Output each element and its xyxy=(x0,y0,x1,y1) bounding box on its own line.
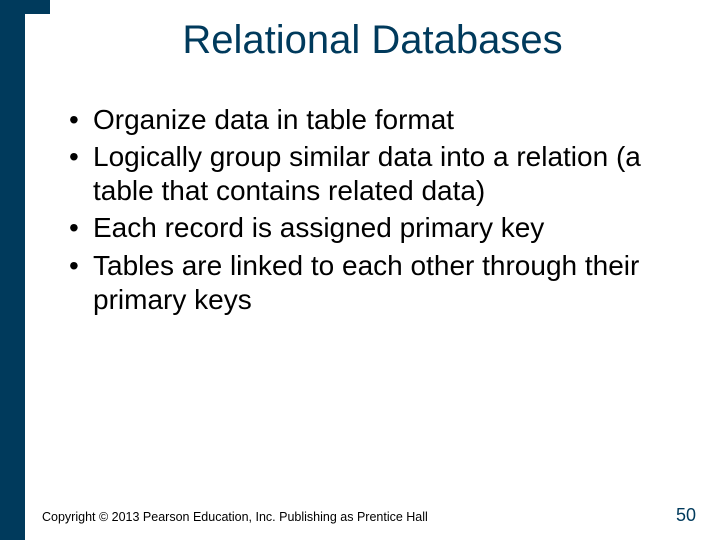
bullet-item: Logically group similar data into a rela… xyxy=(63,140,690,208)
bullet-item: Each record is assigned primary key xyxy=(63,211,690,245)
left-accent-bar xyxy=(0,0,25,540)
bullet-item: Organize data in table format xyxy=(63,103,690,137)
bullet-list: Organize data in table format Logically … xyxy=(55,103,690,317)
bullet-item: Tables are linked to each other through … xyxy=(63,249,690,317)
slide-content: Relational Databases Organize data in ta… xyxy=(25,0,720,540)
copyright-footer: Copyright © 2013 Pearson Education, Inc.… xyxy=(42,510,428,524)
page-number: 50 xyxy=(676,505,696,526)
slide-title: Relational Databases xyxy=(95,18,650,63)
